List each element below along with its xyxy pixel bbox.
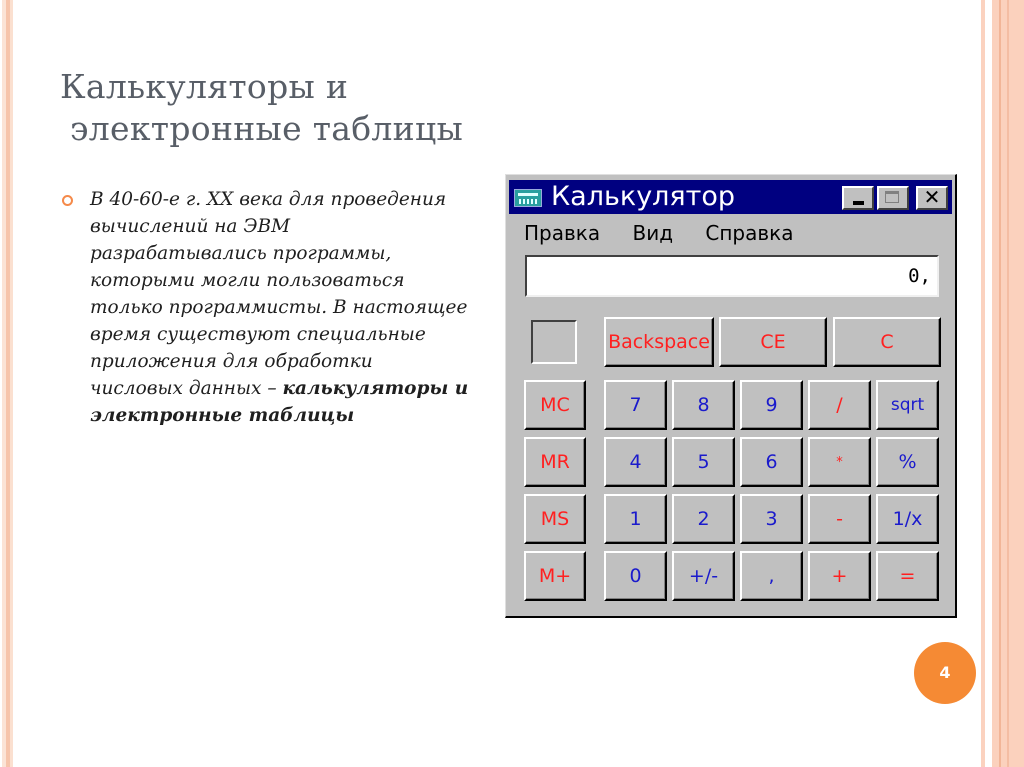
key-subtract[interactable]: - [808,494,871,544]
memory-store-button[interactable]: MS [524,494,586,544]
left-border-stripe [10,0,13,767]
bullet-circle-icon [62,195,73,206]
key-2[interactable]: 2 [672,494,735,544]
key-8[interactable]: 8 [672,380,735,430]
bullet-text: В 40-60-е г. XX века для проведения вычи… [90,186,470,429]
key-1[interactable]: 1 [604,494,667,544]
memory-recall-button[interactable]: MR [524,437,586,487]
key-decimal[interactable]: , [740,551,803,601]
memory-add-button[interactable]: M+ [524,551,586,601]
key-sqrt[interactable]: sqrt [876,380,939,430]
key-equals[interactable]: = [876,551,939,601]
key-7[interactable]: 7 [604,380,667,430]
minimize-button[interactable] [842,186,874,210]
memory-clear-button[interactable]: MC [524,380,586,430]
clear-entry-button[interactable]: CE [719,317,827,367]
menu-bar: Правка Вид Справка [524,221,820,245]
key-add[interactable]: + [808,551,871,601]
slide-title: Калькуляторы и электронные таблицы [60,66,463,150]
backspace-button[interactable]: Backspace [604,317,714,367]
menu-help[interactable]: Справка [705,221,793,245]
key-6[interactable]: 6 [740,437,803,487]
key-percent[interactable]: % [876,437,939,487]
window-titlebar[interactable]: Калькулятор ✕ [509,180,952,214]
key-9[interactable]: 9 [740,380,803,430]
maximize-button[interactable] [877,186,909,210]
calculator-window: Калькулятор ✕ Правка Вид Справка 0, Back… [505,174,957,618]
menu-view[interactable]: Вид [632,221,673,245]
right-border-stripe [1007,0,1009,767]
key-sign[interactable]: +/- [672,551,735,601]
calculator-display: 0, [525,255,939,297]
key-4[interactable]: 4 [604,437,667,487]
right-border-stripe [981,0,985,767]
menu-edit[interactable]: Правка [524,221,600,245]
clear-button[interactable]: C [833,317,941,367]
key-3[interactable]: 3 [740,494,803,544]
slide-title-line2: электронные таблицы [70,109,464,148]
close-icon: ✕ [923,185,941,209]
memory-indicator [531,320,577,364]
close-button[interactable]: ✕ [916,186,948,210]
slide-title-line1: Калькуляторы и [60,67,349,106]
key-0[interactable]: 0 [604,551,667,601]
right-border-stripe [999,0,1001,767]
key-divide[interactable]: / [808,380,871,430]
key-5[interactable]: 5 [672,437,735,487]
window-title: Калькулятор [551,181,736,212]
calculator-app-icon [514,189,542,207]
key-reciprocal[interactable]: 1/x [876,494,939,544]
bullet-text-regular: В 40-60-е г. XX века для проведения вычи… [90,189,468,399]
page-number-badge: 4 [914,642,976,704]
key-multiply[interactable]: * [808,437,871,487]
